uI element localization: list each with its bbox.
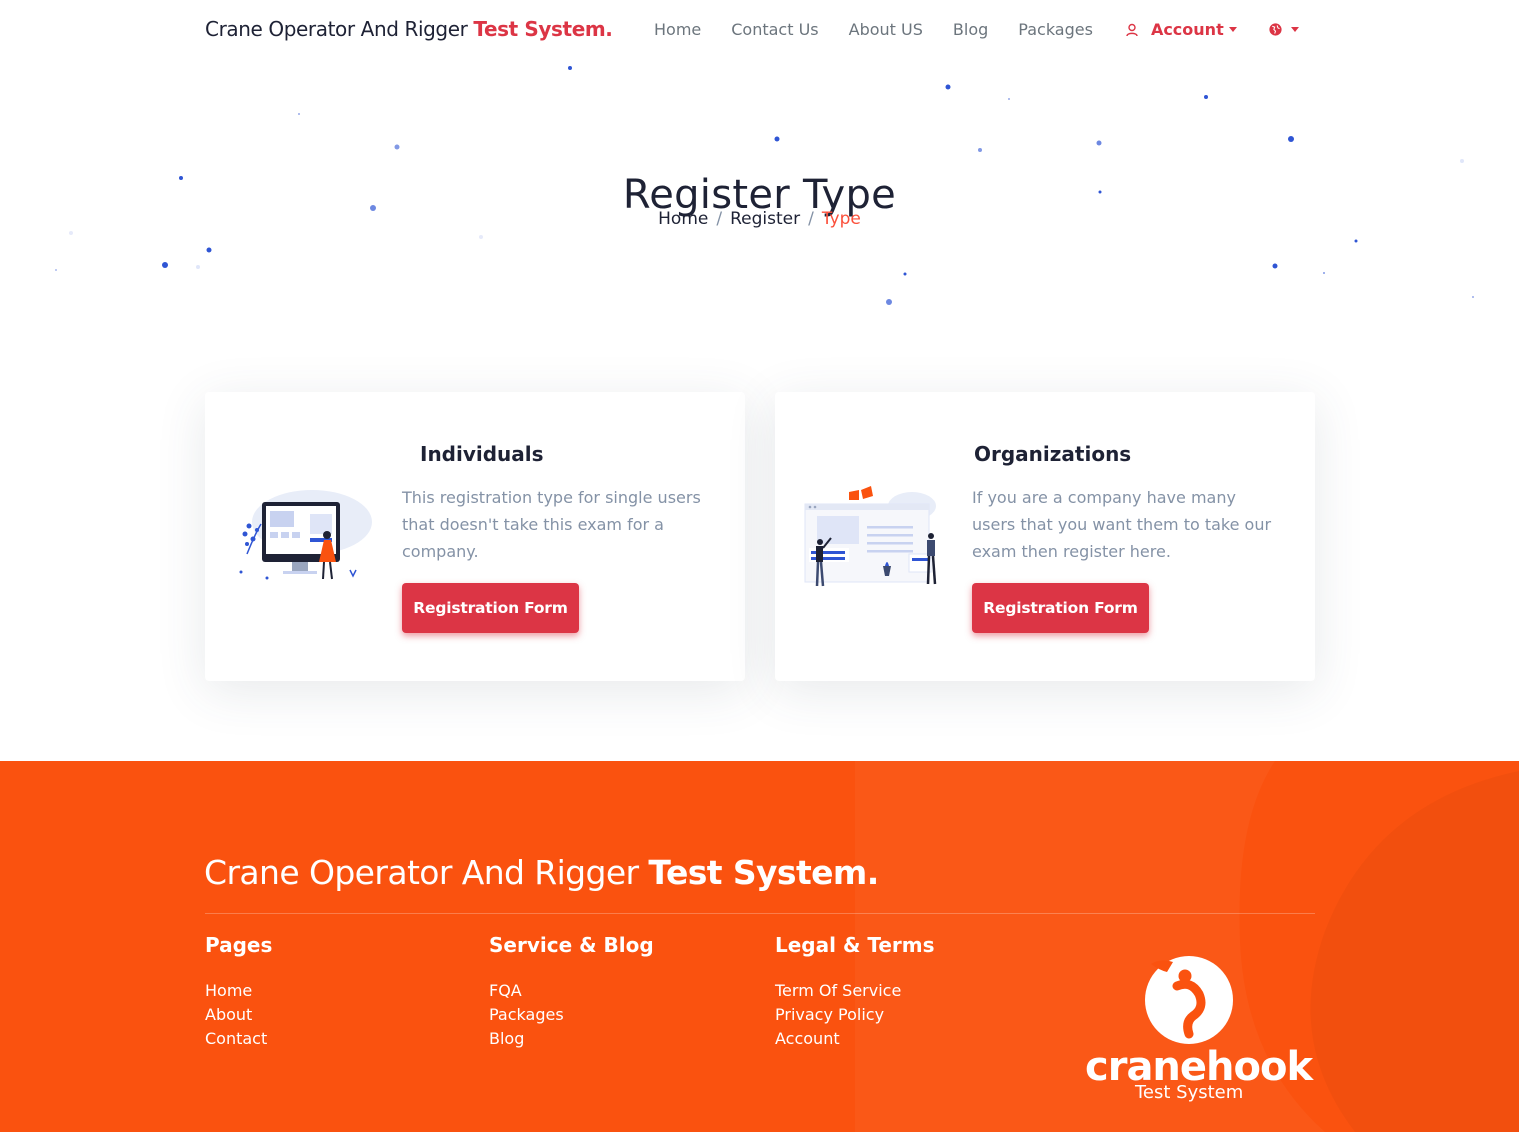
decorative-dots — [55, 66, 1474, 305]
breadcrumb-register[interactable]: Register — [730, 209, 800, 229]
card-title: Individuals — [420, 442, 544, 466]
footer-link-about[interactable]: About — [205, 1003, 272, 1027]
footer-column-legal-terms: Legal & Terms Term Of Service Privacy Po… — [775, 933, 935, 1051]
footer: Crane Operator And Rigger Test System. P… — [0, 761, 1519, 1132]
footer-divider — [205, 913, 1315, 914]
footer-link-blog[interactable]: Blog — [489, 1027, 654, 1051]
footer-link-home[interactable]: Home — [205, 979, 272, 1003]
computer-person-illustration — [239, 490, 372, 580]
footer-link-fqa[interactable]: FQA — [489, 979, 654, 1003]
footer-brand: Crane Operator And Rigger Test System. — [204, 853, 879, 892]
registration-form-button-organizations[interactable]: Registration Form — [972, 583, 1149, 633]
crane-hook-icon — [1145, 956, 1233, 1044]
card-title: Organizations — [974, 442, 1132, 466]
cranehook-logo: cranehook Test System — [1081, 956, 1313, 1106]
footer-link-privacy-policy[interactable]: Privacy Policy — [775, 1003, 935, 1027]
footer-link-account[interactable]: Account — [775, 1027, 935, 1051]
card-description: This registration type for single users … — [402, 488, 701, 561]
card-individuals: Individuals This registration type for s… — [205, 392, 745, 681]
footer-brand-text-bold: Test System. — [648, 853, 879, 892]
footer-column-pages: Pages Home About Contact — [205, 933, 272, 1051]
team-dashboard-illustration — [804, 486, 937, 587]
breadcrumb-current: Type — [821, 209, 861, 229]
footer-link-contact[interactable]: Contact — [205, 1027, 272, 1051]
card-organizations: Organizations If you are a company have … — [775, 392, 1315, 681]
registration-form-button-individuals[interactable]: Registration Form — [402, 583, 579, 633]
breadcrumb-separator: / — [716, 209, 723, 229]
breadcrumb-separator: / — [808, 209, 814, 229]
breadcrumb: Home / Register / Type — [0, 209, 1519, 229]
card-description: If you are a company have many users tha… — [972, 488, 1272, 561]
breadcrumb-home[interactable]: Home — [658, 209, 708, 229]
footer-column-title: Pages — [205, 933, 273, 957]
footer-brand-text: Crane Operator And Rigger — [204, 853, 649, 892]
footer-link-packages[interactable]: Packages — [489, 1003, 654, 1027]
footer-column-service-blog: Service & Blog FQA Packages Blog — [489, 933, 654, 1051]
footer-column-title: Legal & Terms — [775, 933, 935, 957]
logo-subtitle: Test System — [1135, 1082, 1244, 1103]
footer-link-term-of-service[interactable]: Term Of Service — [775, 979, 935, 1003]
footer-column-title: Service & Blog — [489, 933, 654, 957]
